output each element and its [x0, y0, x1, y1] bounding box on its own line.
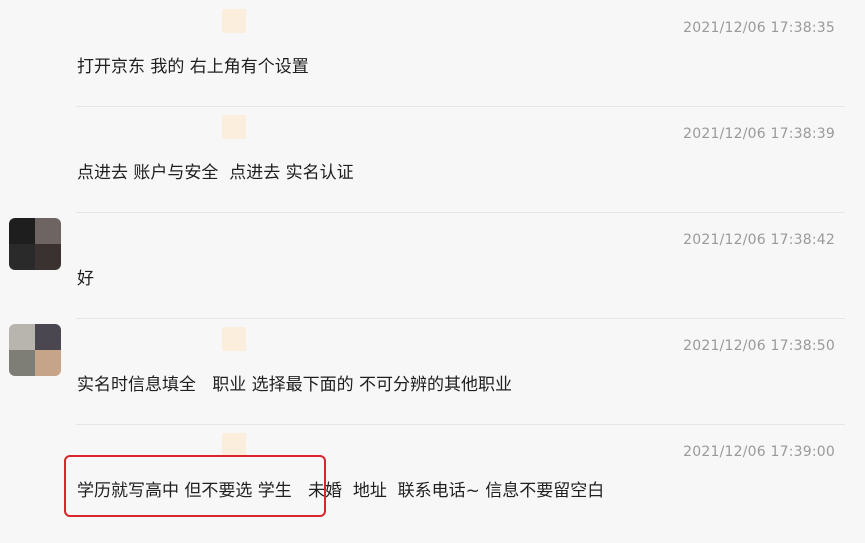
chat-history: 2021/12/06 17:38:35 打开京东 我的 右上角有个设置 2021… [0, 0, 865, 543]
message-text: 点进去 账户与安全 点进去 实名认证 [77, 163, 354, 183]
message-item: 2021/12/06 17:38:42 好 [0, 212, 865, 317]
sender-name-redacted [222, 115, 246, 139]
message-divider [76, 318, 845, 319]
highlight-box [64, 455, 326, 517]
message-text: 好 [77, 269, 94, 289]
avatar-tile [35, 324, 61, 350]
avatar-tile [9, 218, 35, 244]
avatar-tile [35, 218, 61, 244]
avatar-tile [9, 324, 35, 350]
message-item: 2021/12/06 17:38:50 实名时信息填全 职业 选择最下面的 不可… [0, 318, 865, 423]
message-divider [76, 212, 845, 213]
message-timestamp: 2021/12/06 17:38:35 [683, 20, 835, 36]
message-divider [76, 424, 845, 425]
message-timestamp: 2021/12/06 17:38:50 [683, 338, 835, 354]
avatar[interactable] [9, 324, 61, 376]
message-timestamp: 2021/12/06 17:38:42 [683, 232, 835, 248]
message-item: 2021/12/06 17:38:39 点进去 账户与安全 点进去 实名认证 [0, 106, 865, 211]
message-timestamp: 2021/12/06 17:38:39 [683, 126, 835, 142]
message-item: 2021/12/06 17:38:35 打开京东 我的 右上角有个设置 [0, 0, 865, 105]
avatar-tile [9, 244, 35, 270]
avatar-tile [9, 350, 35, 376]
message-text: 打开京东 我的 右上角有个设置 [77, 57, 309, 77]
message-timestamp: 2021/12/06 17:39:00 [683, 444, 835, 460]
message-text: 实名时信息填全 职业 选择最下面的 不可分辨的其他职业 [77, 375, 513, 395]
sender-name-redacted [222, 9, 246, 33]
message-divider [76, 106, 845, 107]
avatar[interactable] [9, 218, 61, 270]
avatar-tile [35, 244, 61, 270]
avatar-tile [35, 350, 61, 376]
sender-name-redacted [222, 433, 246, 457]
sender-name-redacted [222, 327, 246, 351]
